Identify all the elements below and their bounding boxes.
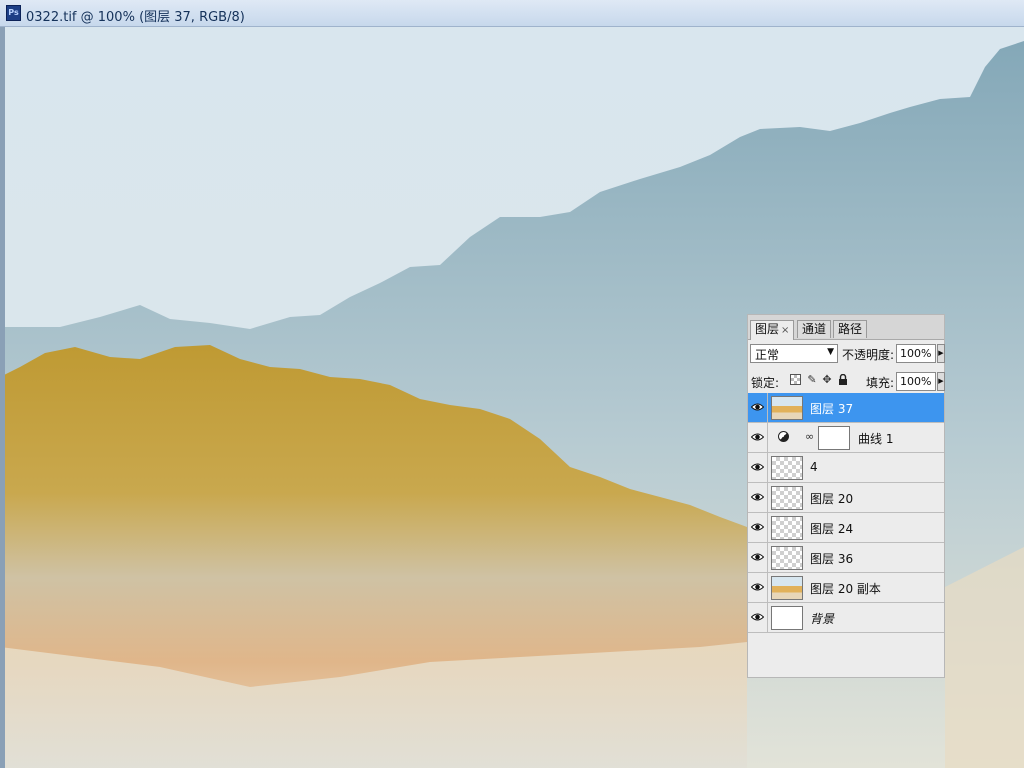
layer-name: 4 (810, 460, 818, 474)
eye-icon (751, 403, 764, 411)
eye-icon (751, 493, 764, 501)
layer-name: 背景 (810, 612, 835, 626)
document-title-bar[interactable]: Ps 0322.tif @ 100% (图层 37, RGB/8) (0, 0, 1024, 27)
layer-list: 图层 37 ∞ 曲线 1 4 图层 20 图层 24 图层 36 图层 20 副… (748, 393, 944, 633)
eye-icon (751, 463, 764, 471)
layers-panel[interactable]: 图层 × 通道 路径 正常 ▼ 不透明度: 100% ▶ 锁定: ✎ ✥ 填充: … (747, 314, 945, 678)
layer-row[interactable]: 4 (748, 453, 944, 483)
opacity-slider-arrow-icon[interactable]: ▶ (937, 344, 945, 363)
layer-mask-thumbnail (818, 426, 850, 450)
opacity-input[interactable]: 100% (896, 344, 936, 363)
chevron-down-icon: ▼ (827, 347, 834, 357)
blend-mode-select[interactable]: 正常 ▼ (750, 344, 838, 363)
eye-icon (751, 523, 764, 531)
lock-label: 锁定: (751, 376, 780, 390)
layer-thumbnail (771, 486, 803, 510)
layer-row[interactable]: 背景 (748, 603, 944, 633)
eye-icon (751, 433, 764, 441)
layer-thumbnail (771, 516, 803, 540)
tab-paths-label: 路径 (838, 322, 863, 336)
layer-name: 图层 37 (810, 402, 854, 416)
visibility-toggle[interactable] (748, 483, 768, 512)
adjustment-layer-icon (778, 431, 789, 442)
visibility-toggle[interactable] (748, 603, 768, 632)
layer-thumbnail (771, 606, 803, 630)
visibility-toggle[interactable] (748, 543, 768, 572)
photoshop-app-icon: Ps (6, 5, 21, 21)
layer-name: 图层 36 (810, 552, 854, 566)
document-title: 0322.tif @ 100% (图层 37, RGB/8) (26, 10, 245, 25)
visibility-toggle[interactable] (748, 393, 768, 422)
layer-thumbnail (771, 546, 803, 570)
lock-all-padlock-icon[interactable] (837, 373, 849, 386)
close-tab-icon[interactable]: × (781, 325, 789, 336)
lock-position-move-icon[interactable]: ✥ (821, 374, 833, 386)
visibility-toggle[interactable] (748, 513, 768, 542)
layer-name: 图层 20 (810, 492, 854, 506)
eye-icon (751, 553, 764, 561)
eye-icon (751, 583, 764, 591)
fill-slider-arrow-icon[interactable]: ▶ (937, 372, 945, 391)
layer-row[interactable]: ∞ 曲线 1 (748, 423, 944, 453)
layer-row[interactable]: 图层 24 (748, 513, 944, 543)
tab-layers[interactable]: 图层 × (750, 320, 794, 340)
eye-icon (751, 613, 764, 621)
lock-transparency-icon[interactable] (790, 374, 801, 385)
tab-layers-label: 图层 (755, 322, 780, 336)
chain-link-icon[interactable]: ∞ (805, 430, 814, 443)
layer-thumbnail (771, 396, 803, 420)
lock-image-brush-icon[interactable]: ✎ (806, 374, 818, 386)
layer-thumbnail (771, 456, 803, 480)
layer-name: 图层 20 副本 (810, 582, 881, 596)
layer-row[interactable]: 图层 20 (748, 483, 944, 513)
visibility-toggle[interactable] (748, 573, 768, 602)
layer-name: 曲线 1 (858, 432, 894, 446)
tab-paths[interactable]: 路径 (833, 320, 867, 338)
layer-thumbnail (771, 576, 803, 600)
layer-name: 图层 24 (810, 522, 854, 536)
fill-input[interactable]: 100% (896, 372, 936, 391)
layer-row[interactable]: 图层 36 (748, 543, 944, 573)
layer-row[interactable]: 图层 20 副本 (748, 573, 944, 603)
visibility-toggle[interactable] (748, 453, 768, 482)
layer-row[interactable]: 图层 37 (748, 393, 944, 423)
canvas-left-edge (0, 27, 5, 768)
blend-mode-value: 正常 (755, 348, 780, 362)
tab-channels[interactable]: 通道 (797, 320, 831, 338)
tab-channels-label: 通道 (802, 322, 827, 336)
panel-tab-bar: 图层 × 通道 路径 (748, 315, 944, 340)
visibility-toggle[interactable] (748, 423, 768, 452)
fill-label: 填充: (866, 376, 895, 390)
opacity-label: 不透明度: (842, 348, 895, 362)
